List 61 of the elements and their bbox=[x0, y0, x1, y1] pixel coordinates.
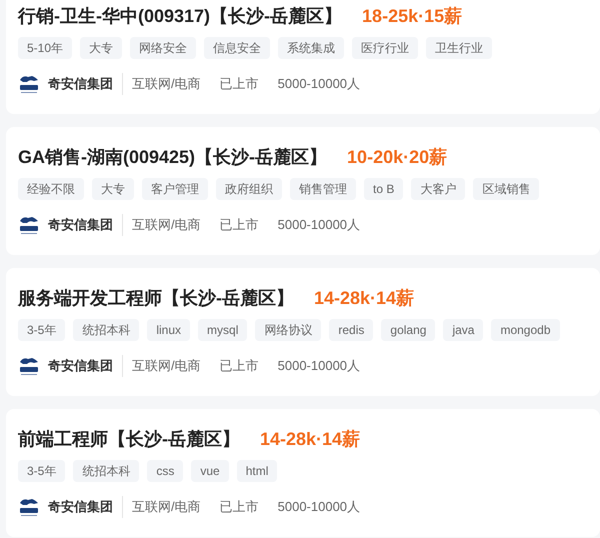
job-tag: 3-5年 bbox=[18, 319, 66, 341]
company-size: 5000-10000人 bbox=[278, 75, 360, 93]
company-name[interactable]: 奇安信集团 bbox=[48, 73, 123, 95]
job-tag: 统招本科 bbox=[73, 460, 140, 482]
company-industry: 互联网/电商 bbox=[132, 216, 201, 234]
company-name[interactable]: 奇安信集团 bbox=[48, 496, 123, 518]
job-tag: 政府组织 bbox=[216, 178, 282, 200]
company-stage: 已上市 bbox=[220, 75, 259, 93]
job-card[interactable]: 行销-卫生-华中(009317)【长沙-岳麓区】 18-25k·15薪 5-10年 大专 网络安全 信息安全 系统集成 医疗行业 卫生行业 奇安信集团 互联网/电商 已上市 5000-10000人 bbox=[6, 0, 600, 114]
company-logo-icon bbox=[18, 214, 40, 236]
job-title[interactable]: 服务端开发工程师【长沙-岳麓区】 bbox=[18, 286, 294, 310]
job-tag: vue bbox=[191, 460, 229, 482]
job-tag: 医疗行业 bbox=[352, 37, 418, 59]
job-tag: 卫生行业 bbox=[426, 37, 492, 59]
job-tag: 大专 bbox=[92, 178, 134, 200]
job-tag: linux bbox=[147, 319, 190, 341]
company-size: 5000-10000人 bbox=[278, 357, 360, 375]
job-card[interactable]: 前端工程师【长沙-岳麓区】 14-28k·14薪 3-5年 统招本科 css vue html 奇安信集团 互联网/电商 已上市 5000-10000人 bbox=[6, 409, 600, 537]
job-tag: css bbox=[147, 460, 184, 482]
job-card[interactable]: GA销售-湖南(009425)【长沙-岳麓区】 10-20k·20薪 经验不限 大专 客户管理 政府组织 销售管理 to B 大客户 区域销售 奇安信集团 互联网/电商 已上市 5000-10000人 bbox=[6, 127, 600, 255]
job-tag: mongodb bbox=[491, 319, 560, 341]
salary: 14-28k·14薪 bbox=[260, 428, 360, 451]
salary: 18-25k·15薪 bbox=[362, 5, 462, 28]
company-size: 5000-10000人 bbox=[278, 216, 360, 234]
company-stage: 已上市 bbox=[220, 357, 259, 375]
job-title[interactable]: 前端工程师【长沙-岳麓区】 bbox=[18, 427, 240, 451]
job-tag: 网络安全 bbox=[130, 37, 196, 59]
company-industry: 互联网/电商 bbox=[132, 498, 201, 516]
job-tag: golang bbox=[381, 319, 436, 341]
job-title[interactable]: GA销售-湖南(009425)【长沙-岳麓区】 bbox=[18, 145, 328, 169]
company-stage: 已上市 bbox=[220, 216, 259, 234]
job-tag: 5-10年 bbox=[18, 37, 72, 59]
company-name[interactable]: 奇安信集团 bbox=[48, 355, 123, 377]
job-tag: mysql bbox=[198, 319, 248, 341]
job-tag: 大客户 bbox=[411, 178, 466, 200]
job-tag: 系统集成 bbox=[278, 37, 344, 59]
job-tag: html bbox=[236, 460, 278, 482]
company-stage: 已上市 bbox=[220, 498, 259, 516]
job-tag: java bbox=[443, 319, 484, 341]
job-card[interactable]: 服务端开发工程师【长沙-岳麓区】 14-28k·14薪 3-5年 统招本科 linux mysql 网络协议 redis golang java mongodb 奇安信集团 互联网/电商 已上市 5000-10000人 bbox=[6, 268, 600, 396]
salary: 10-20k·20薪 bbox=[347, 146, 448, 169]
company-logo-icon bbox=[18, 355, 40, 377]
job-title[interactable]: 行销-卫生-华中(009317)【长沙-岳麓区】 bbox=[18, 4, 342, 28]
job-tag: redis bbox=[329, 319, 374, 341]
job-tag: 网络协议 bbox=[255, 319, 322, 341]
job-tag: 经验不限 bbox=[18, 178, 84, 200]
company-logo-icon bbox=[18, 496, 40, 518]
job-tag: 信息安全 bbox=[204, 37, 270, 59]
company-industry: 互联网/电商 bbox=[132, 357, 201, 375]
job-tag: 3-5年 bbox=[18, 460, 66, 482]
job-tag: 大专 bbox=[80, 37, 122, 59]
company-industry: 互联网/电商 bbox=[132, 75, 201, 93]
job-tag: to B bbox=[364, 178, 404, 200]
company-logo-icon bbox=[18, 73, 40, 95]
job-tag: 销售管理 bbox=[290, 178, 356, 200]
company-size: 5000-10000人 bbox=[278, 498, 360, 516]
job-tag: 客户管理 bbox=[142, 178, 208, 200]
salary: 14-28k·14薪 bbox=[314, 287, 414, 310]
job-tag: 统招本科 bbox=[73, 319, 140, 341]
job-tag: 区域销售 bbox=[473, 178, 540, 200]
company-name[interactable]: 奇安信集团 bbox=[48, 214, 123, 236]
